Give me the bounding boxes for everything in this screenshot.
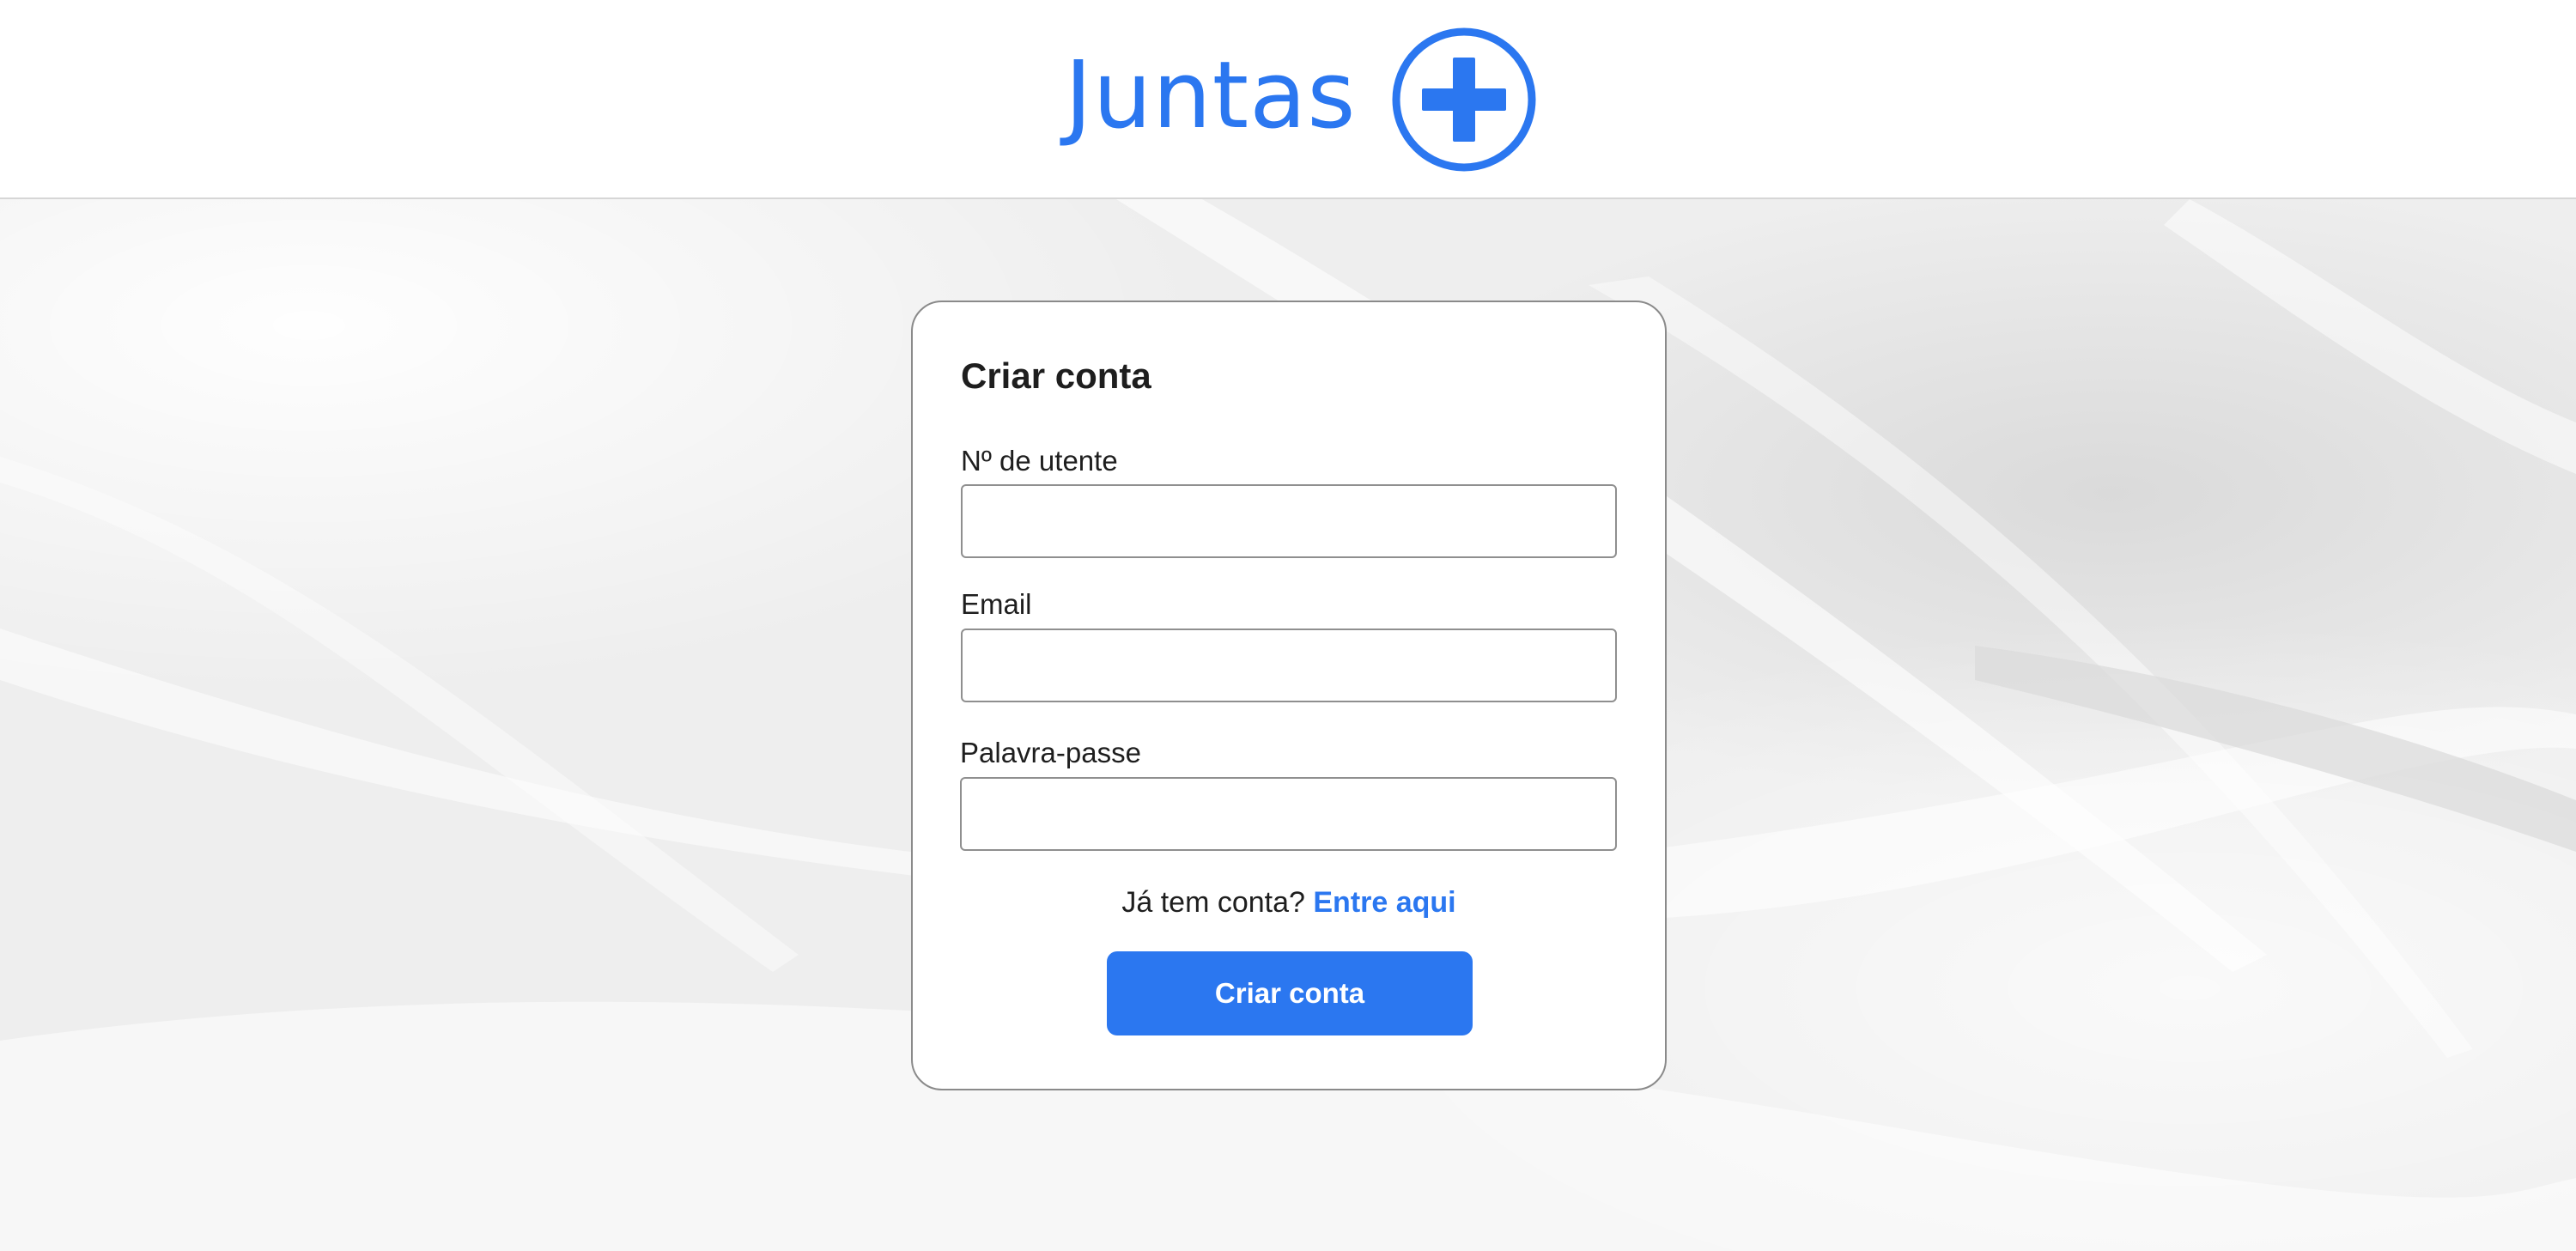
email-input[interactable] [961,629,1617,702]
create-account-button[interactable]: Criar conta [1107,951,1473,1035]
login-prompt-line: Já tem conta? Entre aqui [913,886,1665,920]
header-bar: Juntas [0,0,2576,199]
password-input[interactable] [960,777,1617,851]
utente-number-input[interactable] [961,484,1617,558]
login-link[interactable]: Entre aqui [1313,886,1455,919]
brand-logo: Juntas [1065,24,1537,175]
utente-number-label: Nº de utente [961,445,1118,477]
form-title: Criar conta [961,355,1151,396]
plus-circle-icon [1392,27,1536,172]
password-label: Palavra-passe [960,737,1141,768]
login-prompt-text: Já tem conta? [1121,886,1305,919]
signup-card: Criar conta Nº de utente Email Palavra-p… [911,301,1667,1090]
brand-name: Juntas [1065,42,1357,149]
email-label: Email [961,588,1032,620]
